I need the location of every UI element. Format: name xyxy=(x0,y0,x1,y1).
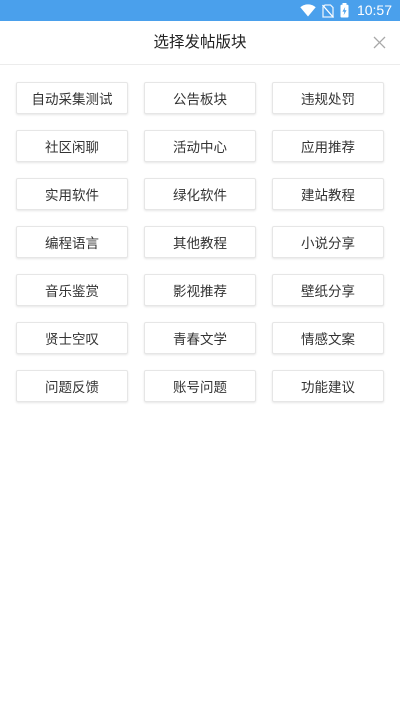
board-option-button[interactable]: 青春文学 xyxy=(144,322,256,354)
board-option-button[interactable]: 情感文案 xyxy=(272,322,384,354)
wifi-icon xyxy=(300,4,316,17)
battery-charging-icon xyxy=(340,3,349,18)
page-title: 选择发帖版块 xyxy=(153,33,247,51)
dialog-header: 选择发帖版块 xyxy=(0,21,400,65)
board-option-button[interactable]: 应用推荐 xyxy=(272,130,384,162)
close-icon xyxy=(373,36,386,49)
board-option-button[interactable]: 账号问题 xyxy=(144,370,256,402)
board-option-button[interactable]: 绿化软件 xyxy=(144,178,256,210)
close-button[interactable] xyxy=(369,32,390,53)
board-option-button[interactable]: 公告板块 xyxy=(144,82,256,114)
board-option-button[interactable]: 音乐鉴赏 xyxy=(16,274,128,306)
board-option-button[interactable]: 影视推荐 xyxy=(144,274,256,306)
status-time: 10:57 xyxy=(356,2,392,18)
board-option-button[interactable]: 其他教程 xyxy=(144,226,256,258)
board-option-button[interactable]: 贤士空叹 xyxy=(16,322,128,354)
board-option-button[interactable]: 活动中心 xyxy=(144,130,256,162)
board-option-button[interactable]: 违规处罚 xyxy=(272,82,384,114)
board-option-button[interactable]: 建站教程 xyxy=(272,178,384,210)
board-option-button[interactable]: 自动采集测试 xyxy=(16,82,128,114)
status-icons: 10:57 xyxy=(300,0,392,21)
board-option-button[interactable]: 编程语言 xyxy=(16,226,128,258)
board-option-button[interactable]: 功能建议 xyxy=(272,370,384,402)
board-option-button[interactable]: 壁纸分享 xyxy=(272,274,384,306)
board-option-button[interactable]: 实用软件 xyxy=(16,178,128,210)
status-bar: 10:57 xyxy=(0,0,400,21)
board-option-button[interactable]: 社区闲聊 xyxy=(16,130,128,162)
board-option-button[interactable]: 问题反馈 xyxy=(16,370,128,402)
no-sim-icon xyxy=(321,3,334,18)
board-grid: 自动采集测试 公告板块 违规处罚社区闲聊 活动中心 应用推荐实用软件 绿化软件 建站教程编程… xyxy=(16,82,384,402)
board-option-button[interactable]: 小说分享 xyxy=(272,226,384,258)
